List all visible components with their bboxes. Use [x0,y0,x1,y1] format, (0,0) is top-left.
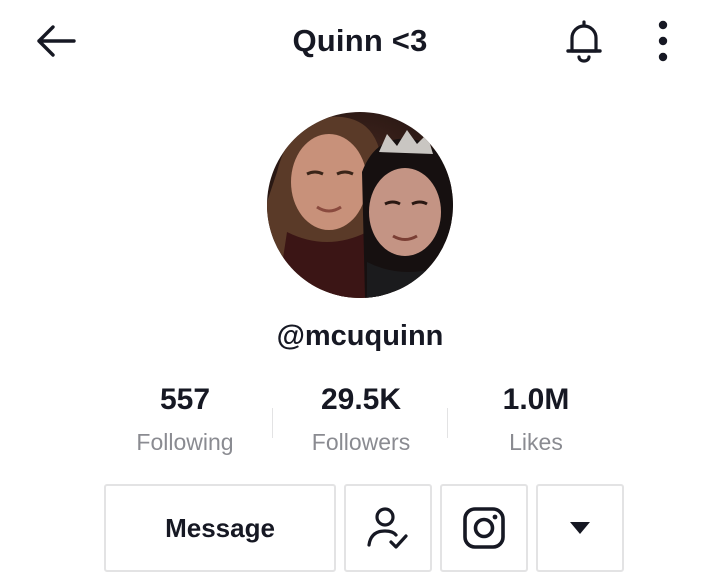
avatar[interactable] [267,112,453,298]
stat-followers[interactable]: 29.5K Followers [276,380,446,464]
instagram-button[interactable] [440,484,528,572]
likes-count: 1.0M [502,383,570,416]
profile-actions: Message [0,484,720,572]
stats-row: 557 Following 29.5K Followers 1.0M Likes [0,380,720,460]
friends-button[interactable] [344,484,432,572]
message-button[interactable]: Message [104,484,336,572]
page-title: Quinn <3 [292,23,428,58]
stat-likes[interactable]: 1.0M Likes [451,380,621,464]
username: @mcuquinn [276,320,444,352]
caret-down-icon [570,522,590,534]
more-vertical-icon [658,20,668,62]
following-label: Following [136,429,234,455]
top-bar: Quinn <3 [0,0,720,84]
stat-divider [447,408,448,438]
bell-icon [566,20,602,63]
instagram-icon [463,507,505,549]
likes-label: Likes [509,429,563,455]
notifications-button[interactable] [560,18,608,64]
user-check-icon [367,507,408,549]
profile-photo [267,112,453,298]
more-profile-options-button[interactable] [536,484,624,572]
following-count: 557 [159,383,211,416]
followers-count: 29.5K [320,383,402,416]
more-options-button[interactable] [648,18,678,64]
stat-following[interactable]: 557 Following [100,380,270,464]
message-button-label: Message [165,512,275,543]
followers-label: Followers [311,429,411,455]
stat-divider [272,408,273,438]
